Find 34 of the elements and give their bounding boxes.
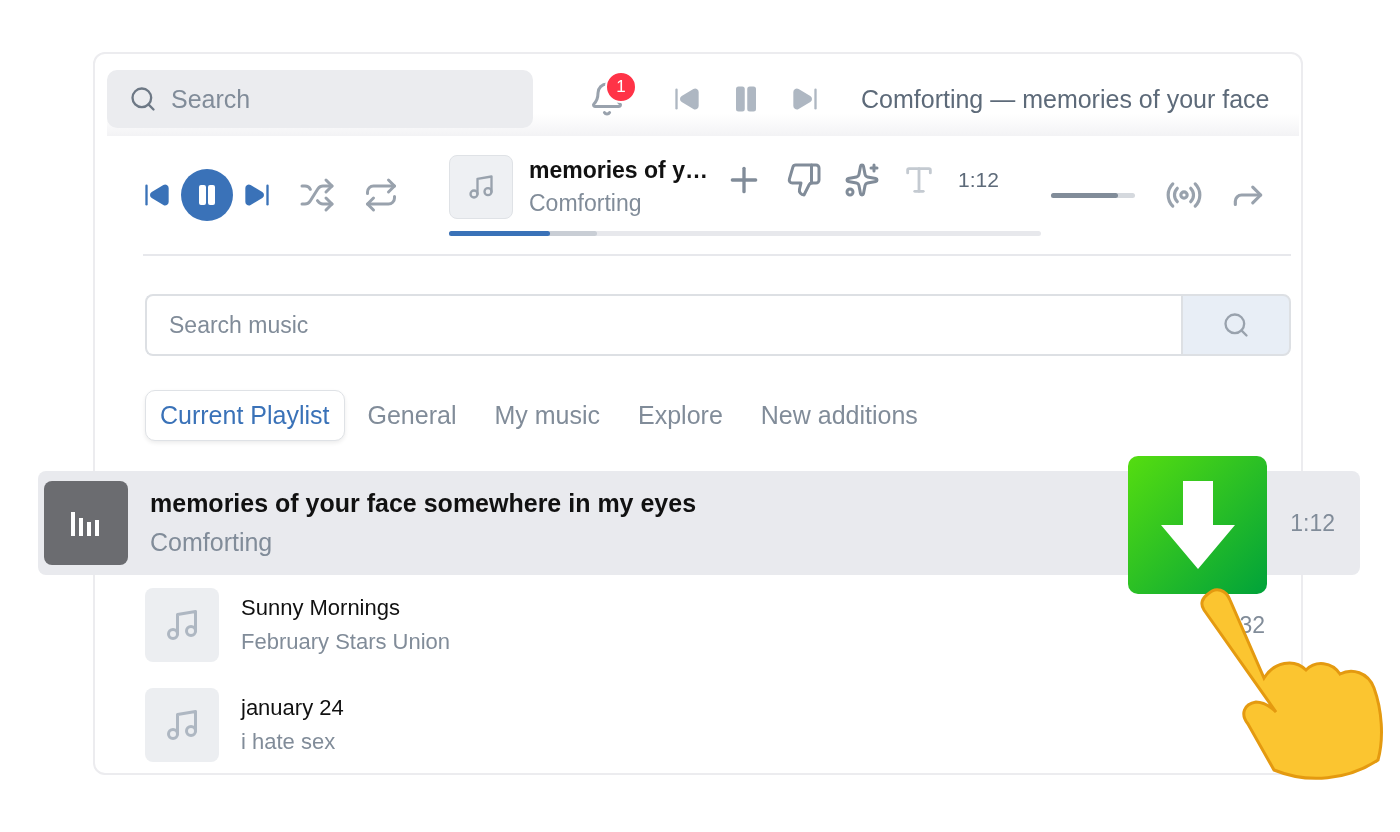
track-title: Sunny Mornings: [241, 595, 401, 621]
track-artist: i hate sex: [241, 729, 337, 755]
track-artist[interactable]: Comforting: [529, 189, 708, 217]
sparkle-button[interactable]: [843, 161, 880, 198]
search-button[interactable]: [1181, 294, 1291, 356]
track-title: memories of y…: [529, 156, 708, 184]
notification-badge: 1: [605, 71, 637, 103]
music-note-icon: [164, 707, 200, 743]
music-search-field[interactable]: Search music: [145, 294, 1181, 356]
track-title: january 24: [241, 695, 345, 721]
repeat-button[interactable]: [363, 177, 399, 213]
album-cover[interactable]: [145, 588, 219, 662]
track-artist: Comforting: [150, 528, 274, 557]
album-cover[interactable]: [145, 688, 219, 762]
pause-button[interactable]: [181, 169, 233, 221]
track-duration: 1:12: [1290, 509, 1335, 537]
music-note-icon: [467, 172, 495, 201]
search-icon: [129, 85, 157, 113]
track-title: memories of your face somewhere in my eyes: [150, 489, 698, 518]
track-artist: February Stars Union: [241, 629, 452, 655]
volume-track[interactable]: [1051, 192, 1135, 198]
shuffle-button[interactable]: [299, 177, 335, 213]
search-field[interactable]: Search: [107, 70, 533, 128]
music-note-icon: [164, 607, 200, 643]
download-button[interactable]: [1128, 456, 1267, 594]
tab[interactable]: Current Playlist: [145, 390, 345, 441]
playback-time: 1:12: [957, 167, 999, 192]
search-placeholder: Search: [171, 84, 251, 114]
now-playing-text[interactable]: Comforting — memories of your face: [861, 84, 1270, 114]
progress-track[interactable]: [449, 230, 1041, 236]
dislike-button[interactable]: [785, 161, 822, 198]
arrow-down-icon: [1158, 479, 1237, 571]
volume-fill[interactable]: [1051, 192, 1119, 198]
search-icon: [1222, 311, 1250, 339]
